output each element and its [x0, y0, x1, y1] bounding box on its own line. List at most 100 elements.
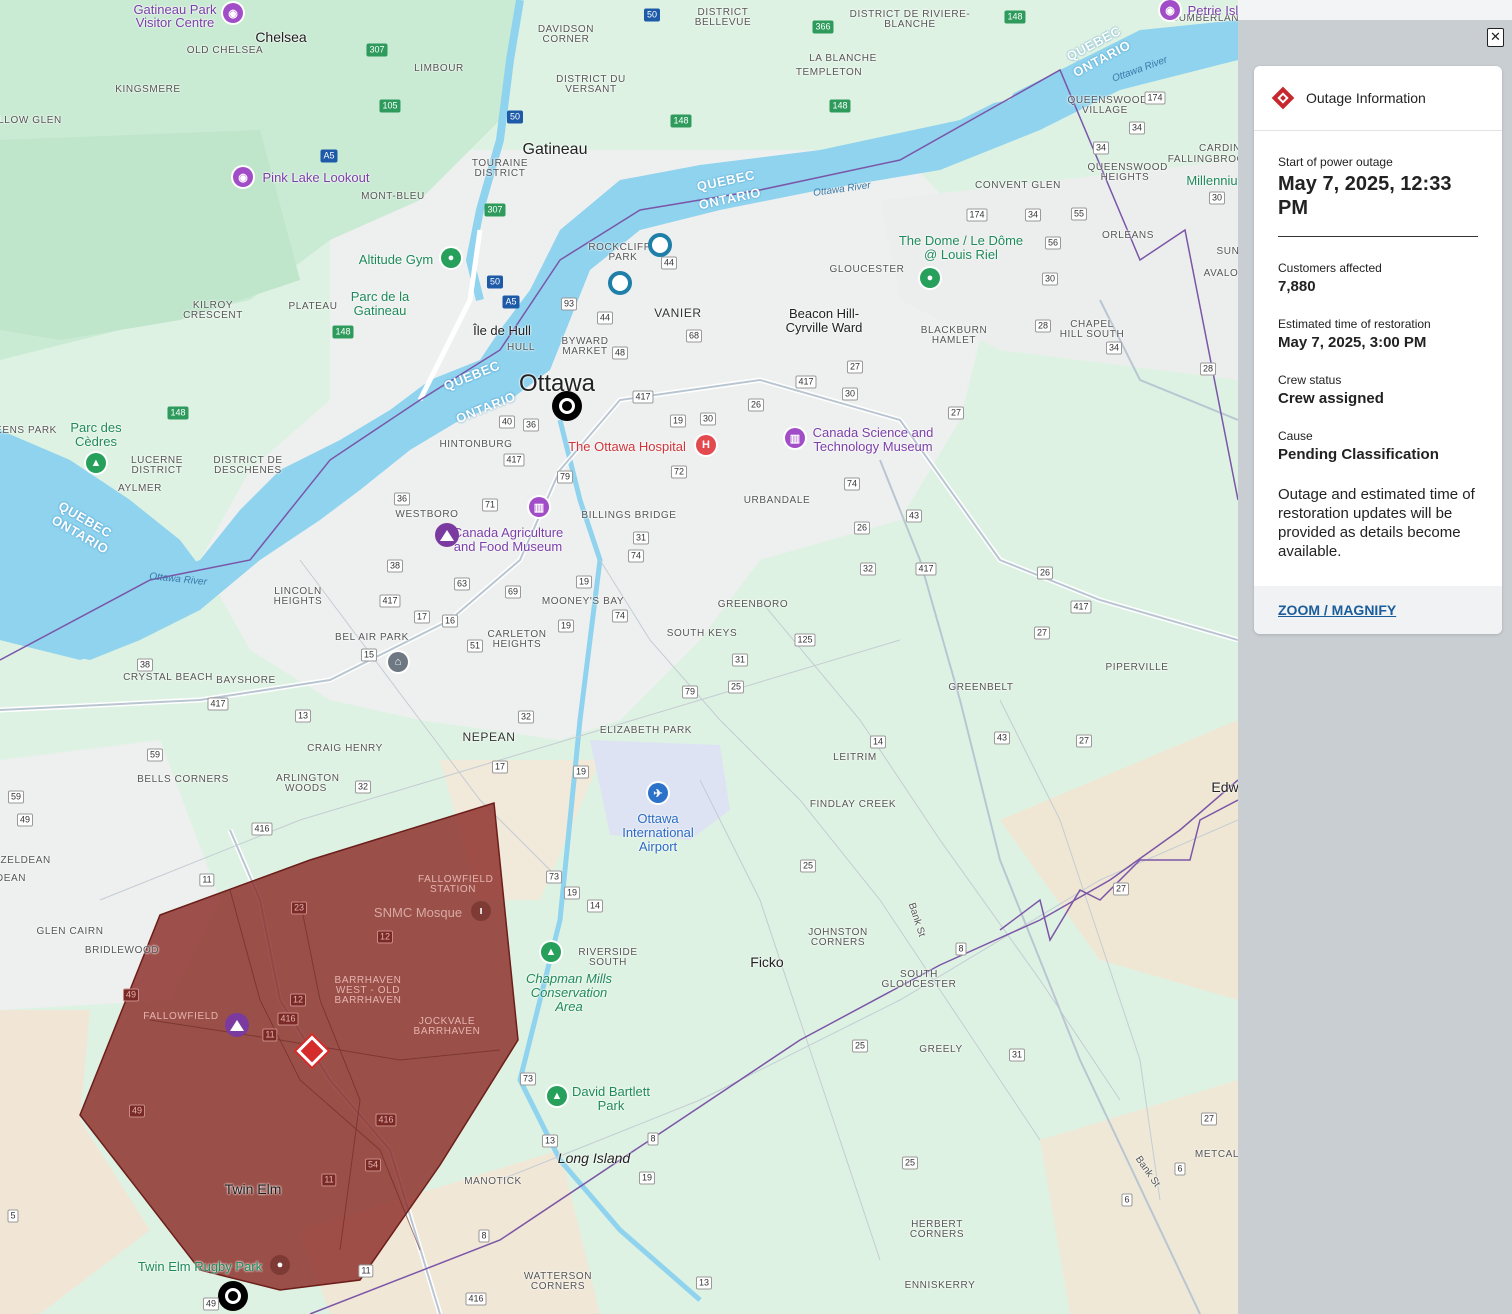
district-johnston: JOHNSTON CORNERS — [808, 927, 868, 948]
route-shield: 27 — [1075, 734, 1093, 748]
district-lucerne: LUCERNE DISTRICT — [131, 455, 183, 476]
place-ile-de-hull: Île de Hull — [473, 323, 531, 338]
hospital-icon[interactable]: H — [696, 435, 716, 455]
district-llow-glen: LLOW GLEN — [0, 115, 62, 126]
route-shield: 30 — [1041, 272, 1059, 286]
card-footer: ZOOM / MAGNIFY — [1254, 586, 1502, 634]
route-shield: 79 — [556, 470, 574, 484]
planned-outage-ring-icon[interactable] — [648, 233, 672, 257]
route-shield: 16 — [441, 614, 459, 628]
route-shield: 27 — [1200, 1112, 1218, 1126]
district-versant: DISTRICT DU VERSANT — [556, 74, 626, 95]
poi-altitude-label: Altitude Gym — [358, 252, 434, 267]
district-queenswood-heights: QUEENSWOOD HEIGHTS — [1087, 162, 1168, 183]
route-shield: 32 — [859, 562, 877, 576]
route-shield: 28 — [1034, 319, 1052, 333]
route-shield: 19 — [669, 414, 687, 428]
camera-icon[interactable]: ◉ — [223, 3, 243, 23]
route-shield: 8 — [478, 1229, 490, 1243]
zoom-magnify-link[interactable]: ZOOM / MAGNIFY — [1278, 602, 1396, 618]
tree-icon[interactable]: ▲ — [541, 942, 561, 962]
district-cardin: CARDIN — [1199, 143, 1238, 154]
route-shield: 28 — [1199, 362, 1217, 376]
poi-parc-gatineau-label: Parc de la Gatineau — [350, 289, 410, 318]
route-shield: 174 — [966, 208, 988, 222]
card-body: Start of power outage May 7, 2025, 12:33… — [1254, 131, 1502, 561]
route-shield: 50 — [506, 110, 524, 124]
district-millennium: Millenniu — [1186, 173, 1238, 188]
route-shield: 36 — [522, 418, 540, 432]
route-shield: 19 — [572, 765, 590, 779]
route-shield: 50 — [486, 275, 504, 289]
route-shield: 34 — [1128, 121, 1146, 135]
route-shield: 19 — [638, 1171, 656, 1185]
route-shield: 71 — [481, 498, 499, 512]
route-shield: 148 — [332, 325, 354, 339]
gym-icon[interactable]: ● — [441, 248, 461, 268]
district-elizabeth-park: ELIZABETH PARK — [599, 725, 693, 736]
airplane-icon[interactable]: ✈ — [648, 783, 668, 803]
route-shield: 307 — [484, 203, 506, 217]
outage-map[interactable]: Ottawa Gatineau Chelsea NEPEAN VANIER Be… — [0, 0, 1238, 1314]
route-shield: A5 — [320, 149, 338, 163]
district-westboro: WESTBORO — [395, 509, 459, 520]
district-avalo: AVALO — [1203, 268, 1238, 279]
crew-status-value: Crew assigned — [1278, 390, 1384, 407]
district-bayshore: BAYSHORE — [216, 675, 276, 686]
district-mont-bleu: MONT-BLEU — [361, 191, 425, 202]
route-shield: 27 — [846, 360, 864, 374]
district-manotick: MANOTICK — [464, 1176, 522, 1187]
route-shield: 73 — [545, 870, 563, 884]
crew-gear-icon[interactable] — [552, 391, 582, 421]
route-shield: 417 — [632, 390, 654, 404]
stadium-icon[interactable]: ● — [270, 1255, 290, 1275]
triangle-marker-icon[interactable] — [225, 1013, 249, 1037]
triangle-marker-icon[interactable] — [435, 523, 459, 547]
route-shield: 38 — [136, 658, 154, 672]
district-greenbelt: GREENBELT — [948, 682, 1014, 693]
camera-icon[interactable]: ◉ — [1160, 0, 1180, 20]
museum-icon[interactable]: ▥ — [785, 428, 805, 448]
place-nepean: NEPEAN — [462, 730, 516, 744]
outage-diamond-icon — [1271, 86, 1295, 110]
poi-petrie-label: Petrie Island Beach — [1187, 3, 1238, 18]
school-icon[interactable]: ⌂ — [388, 652, 408, 672]
side-panel-header — [1238, 0, 1512, 20]
route-shield: 63 — [453, 577, 471, 591]
close-icon[interactable]: ✕ — [1487, 28, 1504, 47]
route-shield: 55 — [1070, 207, 1088, 221]
route-shield: 50 — [643, 8, 661, 22]
crew-status-label: Crew status — [1278, 373, 1342, 387]
camera-icon[interactable]: ◉ — [233, 167, 253, 187]
district-mooneys-bay: MOONEY'S BAY — [541, 596, 625, 607]
district-bellevue: DISTRICT BELLEVUE — [694, 7, 752, 28]
district-watterson: WATTERSON CORNERS — [523, 1271, 593, 1292]
district-bel-air: BEL AIR PARK — [335, 632, 409, 643]
district-fallowfield: FALLOWFIELD — [143, 1011, 219, 1022]
planned-outage-ring-icon[interactable] — [608, 271, 632, 295]
map-canvas[interactable] — [0, 0, 1238, 1314]
route-shield: 105 — [379, 99, 401, 113]
crew-gear-icon[interactable] — [218, 1281, 248, 1311]
tree-icon[interactable]: ▲ — [547, 1086, 567, 1106]
route-shield: 72 — [670, 465, 688, 479]
tree-icon[interactable]: ▲ — [86, 453, 106, 473]
district-aylmer: AYLMER — [118, 483, 162, 494]
district-jockvale: JOCKVALE BARRHAVEN — [413, 1016, 481, 1037]
district-plateau: PLATEAU — [288, 301, 338, 312]
poi-david-label: David Bartlett Park — [571, 1084, 651, 1113]
sports-icon[interactable]: ● — [920, 268, 940, 288]
poi-hospital-label: The Ottawa Hospital — [568, 439, 686, 454]
route-shield: 417 — [503, 453, 525, 467]
museum-icon[interactable]: ▥ — [529, 497, 549, 517]
district-deschenes: DISTRICT DE DESCHENES — [213, 455, 283, 476]
district-lincoln-heights: LINCOLN HEIGHTS — [273, 586, 323, 607]
route-shield: 74 — [627, 549, 645, 563]
route-shield: 5 — [7, 1209, 19, 1223]
route-shield: 34 — [1105, 341, 1123, 355]
district-riverside-south: RIVERSIDE SOUTH — [578, 947, 638, 968]
poi-pink-lake-label: Pink Lake Lookout — [262, 170, 370, 185]
route-shield: 19 — [557, 619, 575, 633]
mosque-icon[interactable]: ı — [471, 901, 491, 921]
district-limbour: LIMBOUR — [414, 63, 464, 74]
